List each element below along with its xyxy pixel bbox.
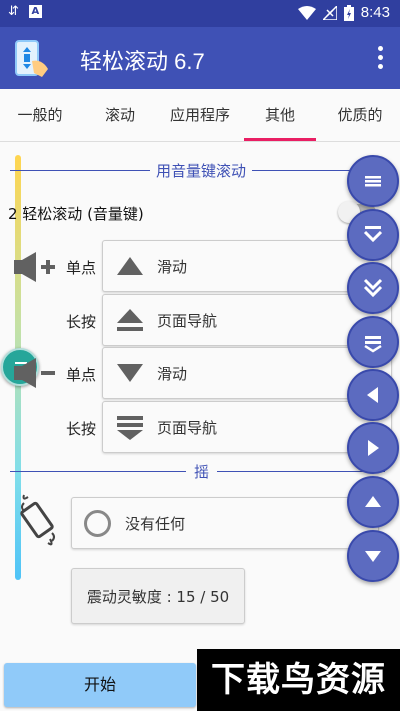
fab-bottom[interactable] xyxy=(347,316,399,368)
tabs-divider xyxy=(0,141,400,142)
volume-scroll-option-label: 2 轻松滚动 (音量键) xyxy=(8,205,144,223)
fab-left[interactable] xyxy=(347,369,399,421)
app-bar: 轻松滚动 6.7 xyxy=(0,27,400,89)
section-title: 用音量键滚动 xyxy=(150,160,253,181)
fab-menu[interactable] xyxy=(347,155,399,207)
volume-down-icon xyxy=(14,358,55,388)
bar-chevron-down-icon xyxy=(364,336,382,353)
arrow-up-icon xyxy=(365,496,381,507)
tab-scroll[interactable]: 滚动 xyxy=(80,89,160,141)
fab-right[interactable] xyxy=(347,422,399,474)
shake-section-header: 摇 xyxy=(10,461,385,482)
arrow-right-icon xyxy=(368,440,379,456)
wifi-icon xyxy=(297,5,316,20)
press-type-label: 单点 xyxy=(66,366,97,384)
data-transfer-icon: ⇵ xyxy=(8,4,19,19)
no-signal-icon xyxy=(322,5,337,20)
tab-premium[interactable]: 优质的 xyxy=(320,89,400,141)
app-logo-icon xyxy=(15,40,48,77)
shake-action-label: 没有任何 xyxy=(125,515,186,533)
press-type-label: 长按 xyxy=(66,420,97,438)
double-bar-down-icon xyxy=(117,416,143,440)
action-label: 滑动 xyxy=(157,258,188,276)
fab-down[interactable] xyxy=(347,530,399,582)
status-bar: ⇵ A 8:43 xyxy=(0,0,400,27)
triangle-up-icon xyxy=(117,257,143,275)
vibration-sensitivity-button[interactable]: 震动灵敏度 : 15 / 50 xyxy=(71,568,245,624)
fab-scroll-down[interactable] xyxy=(347,209,399,261)
battery-charging-icon xyxy=(343,4,354,21)
phone-vibrate-icon xyxy=(20,494,55,546)
fab-up[interactable] xyxy=(347,476,399,528)
arrow-left-icon xyxy=(367,387,378,403)
triangle-down-icon xyxy=(117,364,143,382)
menu-icon xyxy=(365,176,381,187)
tab-bar: 一般的 滚动 应用程序 其他 优质的 xyxy=(0,89,400,141)
volume-section-header: 用音量键滚动 xyxy=(10,160,385,181)
fab-page-down[interactable] xyxy=(347,262,399,314)
press-type-label: 单点 xyxy=(66,259,97,277)
tab-general[interactable]: 一般的 xyxy=(0,89,80,141)
tab-apps[interactable]: 应用程序 xyxy=(160,89,240,141)
app-notification-icon: A xyxy=(28,5,42,18)
chevron-down-icon xyxy=(363,226,383,243)
start-button[interactable]: 开始 xyxy=(4,663,196,707)
action-label: 滑动 xyxy=(157,365,188,383)
volume-up-icon xyxy=(14,252,55,282)
watermark-logo: 下载鸟资源 xyxy=(197,649,400,711)
eject-icon xyxy=(117,309,143,331)
app-title: 轻松滚动 6.7 xyxy=(80,49,205,74)
action-label: 页面导航 xyxy=(157,312,218,330)
clock: 8:43 xyxy=(360,4,390,21)
double-chevron-down-icon xyxy=(363,278,383,298)
arrow-down-icon xyxy=(365,551,381,562)
tab-other[interactable]: 其他 xyxy=(240,89,320,141)
action-label: 页面导航 xyxy=(157,419,218,437)
press-type-label: 长按 xyxy=(66,313,97,331)
section-title: 摇 xyxy=(186,461,218,482)
more-vert-icon[interactable] xyxy=(376,46,384,70)
radio-icon xyxy=(84,510,111,537)
shake-action-selector[interactable]: 没有任何 xyxy=(71,497,379,549)
